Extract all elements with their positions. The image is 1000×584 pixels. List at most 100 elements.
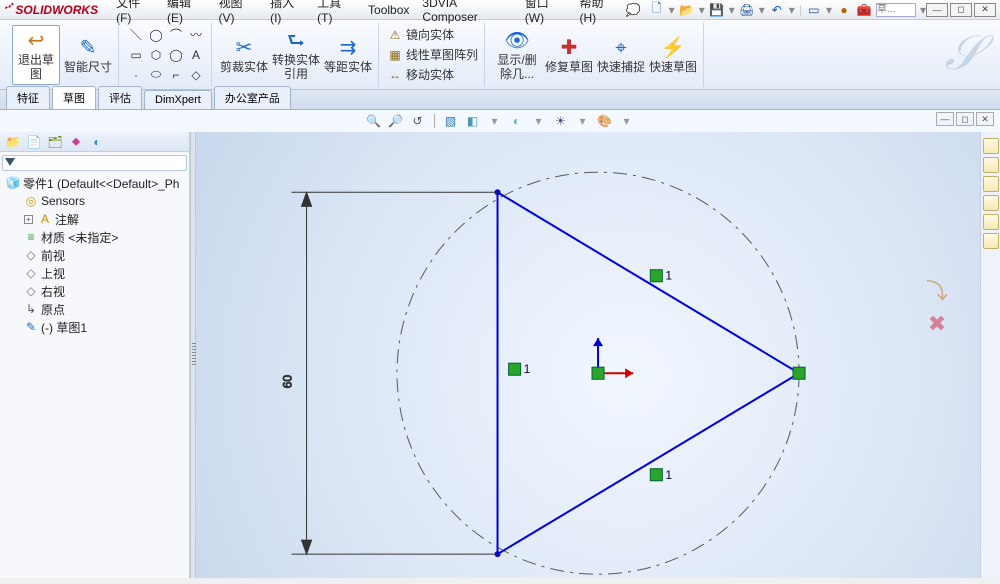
rail-explorer-icon[interactable] [983,176,999,192]
smart-dimension-button[interactable]: ✎ 智能尺寸 [64,25,112,85]
dimension-60[interactable]: 60 [280,192,497,554]
ds-watermark-icon: 𝒮 [945,26,982,82]
mdi-minimize-button[interactable]: — [936,112,954,126]
perspective-icon[interactable]: ▾ [574,112,592,130]
spline-tool-icon[interactable]: 〰 [187,26,205,44]
hidden-icon[interactable]: ▾ [530,112,548,130]
fm-property-tab-icon[interactable]: 📄 [24,134,44,150]
section-view-icon[interactable]: ▧ [442,112,460,130]
save-icon[interactable]: 💾 [709,2,725,18]
open-icon[interactable]: 📂 [679,2,695,18]
tree-sensors[interactable]: ◎ Sensors [2,192,187,210]
shaded-icon[interactable]: ◐ [508,112,526,130]
options-icon[interactable]: 🧰 [856,2,872,18]
window-restore-button[interactable]: ◻ [950,3,972,17]
confirm-corner-close-icon[interactable]: ✖ [924,311,950,337]
zoom-area-icon[interactable]: 🔎 [387,112,405,130]
offset-icon: ⇉ [335,35,361,61]
show-delete-button[interactable]: 👁 显示/删除几... [493,25,541,85]
plane-icon: ◇ [24,248,38,262]
plane-tool-icon[interactable]: ◇ [187,66,205,84]
tree-root[interactable]: 🧊 零件1 (Default<<Default>_Ph [2,174,187,192]
quick-snap-button[interactable]: ⌖ 快速捕捉 [597,25,645,85]
help-balloon-icon[interactable]: 💭 [626,3,641,17]
window-close-button[interactable]: ✕ [974,3,996,17]
ribbon: ↩ 退出草图 ✎ 智能尺寸 ＼ ◯ ⌒ 〰 ▭ ⬡ ◯ A · ⬭ ⌐ ◇ ✂ … [0,20,1000,90]
apply-scene-icon[interactable]: 🎨 [596,112,614,130]
new-icon[interactable]: 🗋 [649,2,665,18]
fm-dim-tab-icon[interactable]: ⬥ [66,134,86,150]
trim-button[interactable]: ✂ 剪裁实体 [220,25,268,85]
convert-icon: ⮑ [283,28,309,54]
expand-icon[interactable]: + [24,215,33,224]
tab-evaluate[interactable]: 评估 [98,86,142,109]
line-tool-icon[interactable]: ＼ [127,26,145,44]
tree-origin[interactable]: ↳ 原点 [2,300,187,318]
rect-tool-icon[interactable]: ▭ [127,46,145,64]
sketch-tools-grid: ＼ ◯ ⌒ 〰 ▭ ⬡ ◯ A · ⬭ ⌐ ◇ [127,26,205,84]
linear-pattern-button[interactable]: ▦线性草图阵列 [387,46,478,64]
tab-sketch[interactable]: 草图 [52,86,96,109]
origin-triad [592,338,633,379]
rail-custom-icon[interactable] [983,233,999,249]
tree-annotations[interactable]: + A 注解 [2,210,187,228]
rail-appearance-icon[interactable] [983,214,999,230]
tab-office[interactable]: 办公室产品 [214,86,291,109]
window-minimize-button[interactable]: — [926,3,948,17]
view-settings-icon[interactable]: ▾ [618,112,636,130]
confirm-corner-arrow-icon[interactable]: ⤵ [924,277,950,303]
tree-front-plane[interactable]: ◇ 前视 [2,246,187,264]
mdi-close-button[interactable]: ✕ [976,112,994,126]
print-icon[interactable]: 🖨 [739,2,755,18]
mdi-restore-button[interactable]: ◻ [956,112,974,126]
slot-tool-icon[interactable]: ⬭ [147,66,165,84]
rapid-icon: ⚡ [660,35,686,61]
undo-icon[interactable]: ↶ [769,2,785,18]
view-toolbar: 🔍 🔎 ↺ ▧ ◧ ▾ ◐ ▾ ☀ ▾ 🎨 ▾ [0,110,1000,132]
fm-config-tab-icon[interactable]: 🗂 [45,134,65,150]
rebuild-icon[interactable]: ● [836,2,852,18]
annotations-icon: A [38,212,52,226]
fm-filter-input[interactable] [2,155,187,171]
tree-sketch1[interactable]: ✎ (-) 草图1 [2,318,187,336]
prev-view-icon[interactable]: ↺ [409,112,427,130]
tree-right-plane[interactable]: ◇ 右视 [2,282,187,300]
tree-top-plane[interactable]: ◇ 上视 [2,264,187,282]
rail-view-icon[interactable] [983,195,999,211]
text-tool-icon[interactable]: A [187,46,205,64]
arc-tool-icon[interactable]: ⌒ [167,26,185,44]
search-input[interactable] [876,3,916,17]
ellipse-tool-icon[interactable]: ◯ [167,46,185,64]
offset-button[interactable]: ⇉ 等距实体 [324,25,372,85]
fm-display-tab-icon[interactable]: ◐ [87,134,107,150]
origin-icon: ↳ [24,302,38,316]
zoom-fit-icon[interactable]: 🔍 [365,112,383,130]
feature-tree[interactable]: 🧊 零件1 (Default<<Default>_Ph ◎ Sensors + … [0,170,189,578]
point-tool-icon[interactable]: · [127,66,145,84]
circle-tool-icon[interactable]: ◯ [147,26,165,44]
sensors-icon: ◎ [24,194,38,208]
dimension-icon: ✎ [75,35,101,61]
tab-features[interactable]: 特征 [6,86,50,109]
mirror-button[interactable]: ⚠镜向实体 [387,26,478,44]
fm-tree-tab-icon[interactable]: 📁 [3,134,23,150]
task-pane-rail [980,132,1000,578]
move-entities-button[interactable]: ↔移动实体 [387,66,478,84]
view-orient-icon[interactable]: ◧ [464,112,482,130]
repair-sketch-button[interactable]: ✚ 修复草图 [545,25,593,85]
scene-icon[interactable]: ☀ [552,112,570,130]
fillet-tool-icon[interactable]: ⌐ [167,66,185,84]
rail-resources-icon[interactable] [983,138,999,154]
polygon-tool-icon[interactable]: ⬡ [147,46,165,64]
select-icon[interactable]: ▭ [806,2,822,18]
graphics-area[interactable]: 60 1 1 1 ⤵ ✖ [196,132,980,578]
rail-library-icon[interactable] [983,157,999,173]
menu-toolbox[interactable]: Toolbox [362,1,415,19]
mdi-window-buttons: — ◻ ✕ [936,112,994,126]
tab-dimxpert[interactable]: DimXpert [144,90,212,109]
exit-sketch-button[interactable]: ↩ 退出草图 [12,25,60,85]
rapid-sketch-button[interactable]: ⚡ 快速草图 [649,25,697,85]
convert-button[interactable]: ⮑ 转换实体引用 [272,25,320,85]
tree-material[interactable]: ≡ 材质 <未指定> [2,228,187,246]
display-style-icon[interactable]: ▾ [486,112,504,130]
